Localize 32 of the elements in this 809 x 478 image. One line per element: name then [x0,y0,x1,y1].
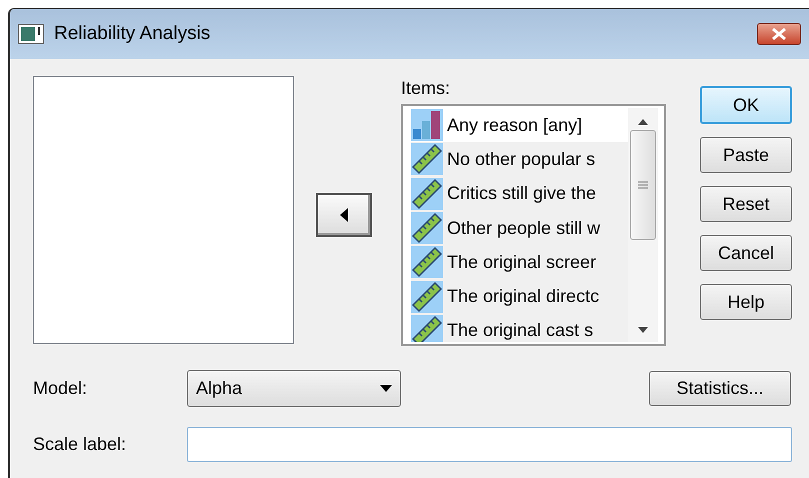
ruler-icon [411,143,443,176]
scale-label-label: Scale label: [33,433,128,456]
dialog-button[interactable]: Help [700,284,792,320]
items-label: Items: [401,77,452,100]
ruler-icon [411,314,443,342]
ruler-icon [411,280,443,313]
dialog-button[interactable]: OK [700,86,792,124]
bar-chart-icon [411,109,443,142]
ruler-icon [411,178,443,210]
caret-icon [380,385,392,392]
scroll-down-icon[interactable] [637,326,650,334]
scrollbar[interactable] [628,108,658,342]
statistics-button[interactable]: Statistics... [649,371,791,406]
close-icon [771,28,787,40]
items-list[interactable]: Any reason [any] No other popular s Critics still give the Other people still w The original screer The original directc The original cast s [401,104,666,346]
grip-icon [638,180,648,190]
dialog-button[interactable]: Cancel [700,235,792,271]
left-arrow-icon [340,208,348,222]
window-title: Reliability Analysis [54,22,210,46]
dialog-button[interactable]: Reset [700,186,792,222]
close-button[interactable] [757,23,801,45]
scroll-up-icon[interactable] [637,118,650,126]
app-icon [18,24,44,44]
model-dropdown[interactable]: Alpha [187,370,401,407]
scale-label-field[interactable] [187,427,792,462]
model-label: Model: [33,377,88,400]
move-button[interactable] [316,193,372,237]
scroll-thumb[interactable] [630,130,656,240]
ruler-icon [411,246,443,278]
dialog-button[interactable]: Paste [700,137,792,173]
ruler-icon [411,212,443,244]
item-label[interactable]: Any reason [any] [447,112,582,139]
